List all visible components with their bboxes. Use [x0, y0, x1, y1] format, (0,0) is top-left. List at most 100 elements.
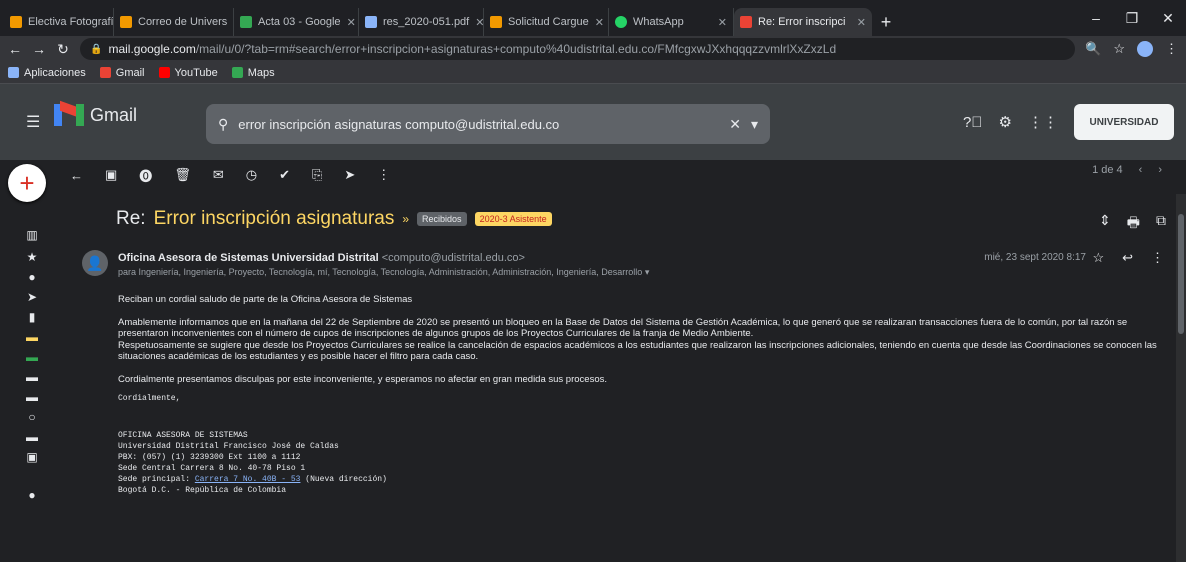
meet-icon[interactable]: ● [26, 488, 38, 502]
label-yellow-icon[interactable]: ▬ [26, 330, 38, 344]
label-icon[interactable]: ➤ [344, 167, 355, 183]
bookmark-star-icon[interactable]: ☆ [1113, 41, 1125, 57]
new-tab-button[interactable]: + [872, 8, 900, 36]
tab-favicon-icon [740, 16, 752, 28]
zoom-icon[interactable]: 🔍 [1085, 41, 1101, 57]
prev-message-icon[interactable]: ‹ [1139, 164, 1143, 176]
label-icon[interactable]: ▬ [26, 430, 38, 444]
close-tab-icon[interactable]: ✕ [469, 16, 483, 29]
label-green-icon[interactable]: ▬ [26, 350, 38, 364]
back-icon[interactable]: ← [8, 41, 22, 57]
email-signature: OFICINA ASESORA DE SISTEMAS Universidad … [118, 430, 1164, 496]
search-input[interactable]: error inscripción asignaturas computo@ud… [238, 117, 719, 132]
scrollbar-thumb[interactable] [1178, 214, 1184, 334]
close-tab-icon[interactable]: ✕ [227, 16, 233, 29]
search-options-icon[interactable]: ▾ [751, 116, 758, 133]
close-tab-icon[interactable]: ✕ [712, 16, 727, 29]
plus-icon: + [19, 167, 35, 198]
print-icon[interactable]: 🖶 [1127, 212, 1140, 236]
sender-avatar[interactable]: 👤 [82, 250, 108, 276]
pagination: 1 de 4 ‹ › [1092, 164, 1162, 176]
gmail-logo[interactable]: Gmail [54, 100, 137, 126]
browser-tab[interactable]: Electiva Fotografí✕ [4, 8, 114, 36]
move-to-icon[interactable]: ⎘ [312, 167, 322, 183]
sender-name[interactable]: Oficina Asesora de Sistemas Universidad … [118, 252, 379, 264]
bookmark-apps[interactable]: Aplicaciones [8, 67, 86, 79]
delete-icon[interactable]: 🗑 [174, 167, 191, 183]
browser-menu-icon[interactable]: ⋮ [1165, 41, 1178, 57]
calendar-icon[interactable]: ▣ [26, 450, 38, 464]
mail-search-bar[interactable]: ⚲ error inscripción asignaturas computo@… [206, 104, 770, 144]
account-logo-button[interactable]: UNIVERSIDAD [1074, 104, 1174, 140]
address-link[interactable]: Carrera 7 No. 40B - 53 [195, 475, 301, 484]
drafts-icon[interactable]: ▮ [26, 310, 38, 324]
browser-tab[interactable]: Solicitud Cargue ✕ [484, 8, 609, 36]
subject-actions: ⇕ 🖶 ⧉ [1099, 212, 1166, 236]
add-to-tasks-icon[interactable]: ✔ [279, 167, 290, 183]
more-actions-icon[interactable]: ⋮ [377, 167, 390, 183]
label-chip[interactable]: 2020-3 Asistente [474, 212, 552, 226]
signature-line: Sede Central Carrera 8 No. 40-78 Piso 1 [118, 464, 306, 473]
label-icon[interactable]: ▬ [26, 390, 38, 404]
browser-tab[interactable]: WhatsApp ✕ [609, 8, 734, 36]
sender-line: Oficina Asesora de Sistemas Universidad … [118, 252, 525, 264]
tab-favicon-icon [240, 16, 252, 28]
more-icon[interactable]: ⋮ [1151, 250, 1164, 266]
browser-tab-active[interactable]: Re: Error inscripci ✕ [734, 8, 872, 36]
expand-all-icon[interactable]: ⇕ [1099, 212, 1111, 236]
apps-grid-icon [8, 67, 19, 78]
scrollbar[interactable] [1176, 194, 1186, 562]
chevron-down-icon[interactable]: ▾ [645, 267, 650, 277]
help-icon[interactable]: ?⃝ [963, 114, 983, 131]
compose-button[interactable]: + [8, 164, 46, 202]
label-chip[interactable]: Recibidos [417, 212, 467, 226]
address-bar-row: ← → ↻ 🔒 mail.google.com/mail/u/0/?tab=rm… [0, 36, 1186, 62]
bookmark-gmail[interactable]: Gmail [99, 67, 145, 79]
recipients-line[interactable]: para Ingeniería, Ingeniería, Proyecto, T… [118, 267, 649, 278]
snooze-icon[interactable]: ◷ [246, 167, 257, 183]
starred-icon[interactable]: ★ [26, 250, 38, 264]
forward-icon[interactable]: → [32, 41, 46, 57]
close-window-icon[interactable]: ✕ [1150, 10, 1186, 27]
signature-line: Universidad Distrital Francisco José de … [118, 442, 339, 451]
next-message-icon[interactable]: › [1158, 164, 1162, 176]
close-tab-icon[interactable]: ✕ [341, 16, 356, 29]
url-host: mail.google.com [108, 42, 196, 56]
message-toolbar: ← ▣ ⓿ 🗑 ✉ ◷ ✔ ⎘ ➤ ⋮ [70, 160, 390, 190]
label-icon[interactable]: ○ [26, 410, 38, 424]
open-new-window-icon[interactable]: ⧉ [1156, 212, 1166, 236]
bookmark-maps[interactable]: Maps [231, 67, 275, 79]
search-icon[interactable]: ⚲ [218, 116, 228, 133]
important-marker-icon[interactable]: » [402, 212, 409, 226]
sender-email: <computo@udistrital.edu.co> [381, 252, 525, 264]
url-input[interactable]: 🔒 mail.google.com/mail/u/0/?tab=rm#searc… [80, 38, 1076, 60]
close-tab-icon[interactable]: ✕ [589, 16, 604, 29]
message-actions: ☆ ↩ ⋮ [1092, 250, 1164, 266]
snoozed-icon[interactable]: ● [26, 270, 38, 284]
mark-unread-icon[interactable]: ✉ [213, 167, 224, 183]
sent-icon[interactable]: ➤ [26, 290, 38, 304]
back-to-search-icon[interactable]: ← [70, 168, 83, 183]
email-body: Reciban un cordial saludo de parte de la… [118, 294, 1164, 496]
signature-line: Sede principal: Carrera 7 No. 40B - 53 (… [118, 475, 387, 484]
profile-avatar-icon[interactable] [1137, 41, 1153, 57]
browser-tab[interactable]: res_2020-051.pdf ✕ [359, 8, 484, 36]
browser-tab[interactable]: Correo de Univers✕ [114, 8, 234, 36]
apps-grid-icon[interactable]: ⋮⋮ [1028, 113, 1058, 131]
reply-icon[interactable]: ↩ [1122, 250, 1133, 266]
reload-icon[interactable]: ↻ [56, 41, 70, 58]
inbox-icon[interactable]: ▥ [26, 228, 38, 242]
label-icon[interactable]: ▬ [26, 370, 38, 384]
bookmark-youtube[interactable]: YouTube [158, 67, 218, 79]
clear-search-icon[interactable]: ✕ [729, 116, 741, 133]
browser-tab[interactable]: Acta 03 - Google ✕ [234, 8, 359, 36]
settings-gear-icon[interactable]: ⚙ [999, 113, 1012, 131]
close-tab-icon[interactable]: ✕ [851, 16, 866, 29]
minimize-icon[interactable]: – [1078, 10, 1114, 26]
star-icon[interactable]: ☆ [1092, 250, 1104, 266]
report-spam-icon[interactable]: ⓿ [139, 166, 152, 185]
email-subject: Re: Error inscripción asignaturas » Reci… [116, 208, 552, 230]
maximize-icon[interactable]: ❐ [1114, 10, 1150, 27]
main-menu-icon[interactable]: ☰ [26, 112, 40, 132]
archive-icon[interactable]: ▣ [105, 167, 117, 183]
